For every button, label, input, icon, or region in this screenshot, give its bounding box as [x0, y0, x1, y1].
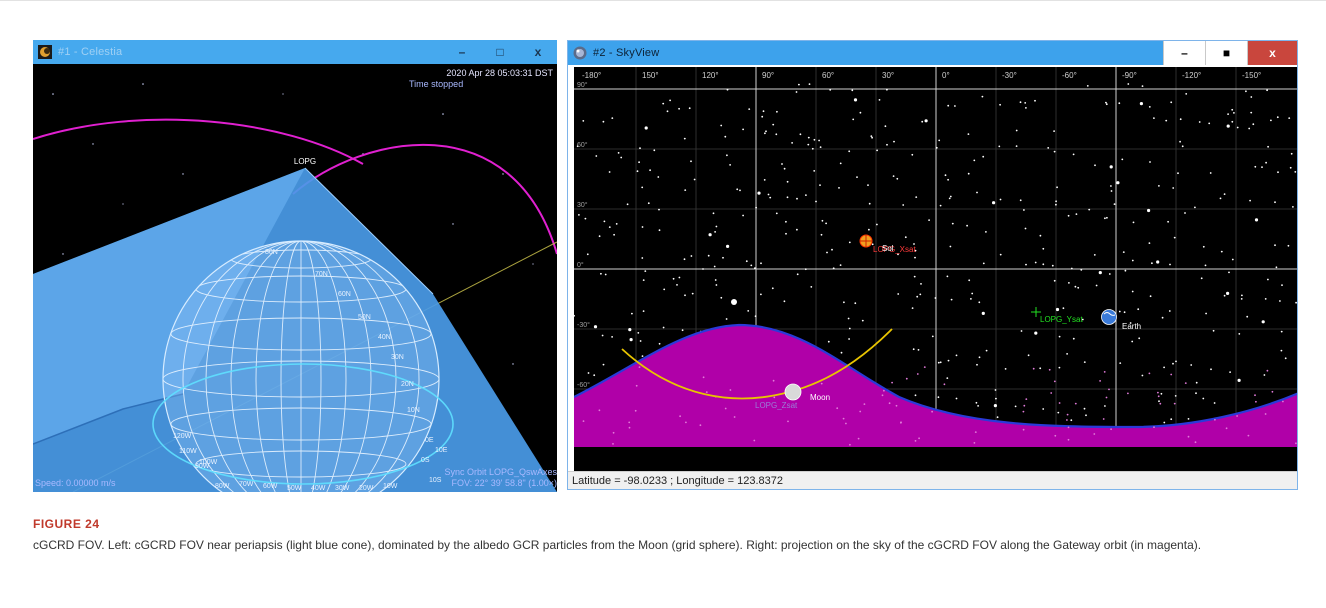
svg-text:30°: 30° [577, 201, 588, 209]
svg-text:20N: 20N [401, 381, 414, 388]
svg-text:60°: 60° [577, 141, 588, 149]
svg-text:-150°: -150° [1242, 71, 1261, 80]
svg-text:20W: 20W [359, 485, 374, 492]
svg-text:0°: 0° [577, 261, 584, 269]
svg-text:60°: 60° [822, 71, 834, 80]
maximize-button[interactable]: ■ [1205, 41, 1247, 65]
svg-text:0°: 0° [942, 71, 950, 80]
minimize-button[interactable]: – [1163, 41, 1205, 65]
skyview-window[interactable]: #2 - SkyView – ■ x Moon LOPG_Zsat LOPG_X… [567, 40, 1298, 490]
svg-text:-30°: -30° [1002, 71, 1017, 80]
skyview-scene: Moon LOPG_Zsat LOPG_Xsat Sol LOPG_Ysat E… [573, 67, 1297, 471]
skyview-title: #2 - SkyView [593, 47, 660, 59]
lopg-ysat-label: LOPG_Ysat [1040, 315, 1083, 324]
svg-text:-30°: -30° [577, 321, 590, 329]
skyview-status-bar: Latitude = -98.0233 ; Longitude = 123.83… [568, 471, 1297, 489]
svg-text:100W: 100W [199, 459, 218, 466]
skyview-titlebar[interactable]: #2 - SkyView – ■ x [568, 41, 1297, 65]
svg-text:50W: 50W [287, 485, 302, 492]
svg-text:80W: 80W [215, 483, 230, 490]
celestia-sync-orbit: Sync Orbit LOPG_QswAxes [444, 467, 557, 477]
svg-text:0S: 0S [421, 457, 430, 464]
svg-text:30W: 30W [335, 485, 350, 492]
celestia-3d-view[interactable]: LOPG 80N 70N 60N 50N 40N 30N 20N 10N 0E … [33, 64, 557, 492]
figure-label: FIGURE 24 [33, 517, 100, 531]
celestia-window[interactable]: #1 - Celestia – □ x LOPG 80N 70N 60N 50N… [33, 40, 557, 492]
celestia-date: 2020 Apr 28 05:03:31 DST [446, 68, 553, 78]
maximize-button[interactable]: □ [481, 40, 519, 64]
svg-text:30N: 30N [391, 354, 404, 361]
svg-text:-60°: -60° [577, 381, 590, 389]
svg-text:150°: 150° [642, 71, 659, 80]
latitude-ticks: 90° 60° 30° 0° -30° -60° [577, 81, 590, 389]
svg-text:10E: 10E [435, 447, 448, 454]
svg-text:90°: 90° [762, 71, 774, 80]
skyview-app-icon [573, 46, 587, 60]
moon-icon[interactable] [784, 383, 802, 401]
svg-text:120W: 120W [173, 433, 192, 440]
moon-label: Moon [810, 393, 830, 402]
celestia-app-icon [38, 45, 52, 59]
minimize-button[interactable]: – [443, 40, 481, 64]
svg-text:60N: 60N [338, 291, 351, 298]
svg-text:-180°: -180° [582, 71, 601, 80]
celestia-titlebar[interactable]: #1 - Celestia – □ x [33, 40, 557, 64]
skyview-map[interactable]: Moon LOPG_Zsat LOPG_Xsat Sol LOPG_Ysat E… [573, 67, 1297, 471]
celestia-speed: Speed: 0.00000 m/s [35, 478, 116, 488]
svg-text:120°: 120° [702, 71, 719, 80]
celestia-scene: LOPG 80N 70N 60N 50N 40N 30N 20N 10N 0E … [33, 83, 557, 492]
svg-text:70N: 70N [315, 271, 328, 278]
longitude-ticks: -180° 150° 120° 90° 60° 30° 0° -30° -60°… [582, 71, 1261, 80]
svg-text:50N: 50N [358, 314, 371, 321]
svg-text:40W: 40W [311, 485, 326, 492]
top-divider [0, 0, 1326, 1]
coordinate-readout: Latitude = -98.0233 ; Longitude = 123.83… [572, 475, 784, 487]
svg-text:80N: 80N [265, 249, 278, 256]
svg-text:90°: 90° [577, 81, 588, 89]
sol-label: Sol [882, 244, 894, 253]
svg-text:-60°: -60° [1062, 71, 1077, 80]
svg-text:110W: 110W [179, 448, 197, 455]
celestia-time-status: Time stopped [409, 79, 464, 89]
celestia-title: #1 - Celestia [58, 46, 123, 58]
lopg-target-label: LOPG [294, 157, 316, 166]
earth-icon[interactable] [1101, 309, 1117, 325]
svg-text:30°: 30° [882, 71, 894, 80]
svg-text:-120°: -120° [1182, 71, 1201, 80]
earth-label: Earth [1122, 322, 1141, 331]
lopg-xsat-label: LOPG_Xsat [873, 245, 916, 254]
svg-text:60W: 60W [263, 483, 278, 490]
close-button[interactable]: x [519, 40, 557, 64]
figure-caption: FIGURE 24 cGCRD FOV. Left: cGCRD FOV nea… [33, 517, 1303, 554]
celestia-fov: FOV: 22° 39' 58.8" (1.00×) [451, 478, 558, 488]
svg-text:40N: 40N [378, 334, 391, 341]
svg-text:10N: 10N [407, 407, 420, 414]
figure-caption-text: cGCRD FOV. Left: cGCRD FOV near periapsi… [33, 538, 1202, 552]
lopg-zsat-label: LOPG_Zsat [755, 401, 798, 410]
close-button[interactable]: x [1247, 41, 1297, 65]
svg-text:-90°: -90° [1122, 71, 1137, 80]
svg-text:0E: 0E [425, 437, 434, 444]
svg-text:70W: 70W [239, 481, 254, 488]
